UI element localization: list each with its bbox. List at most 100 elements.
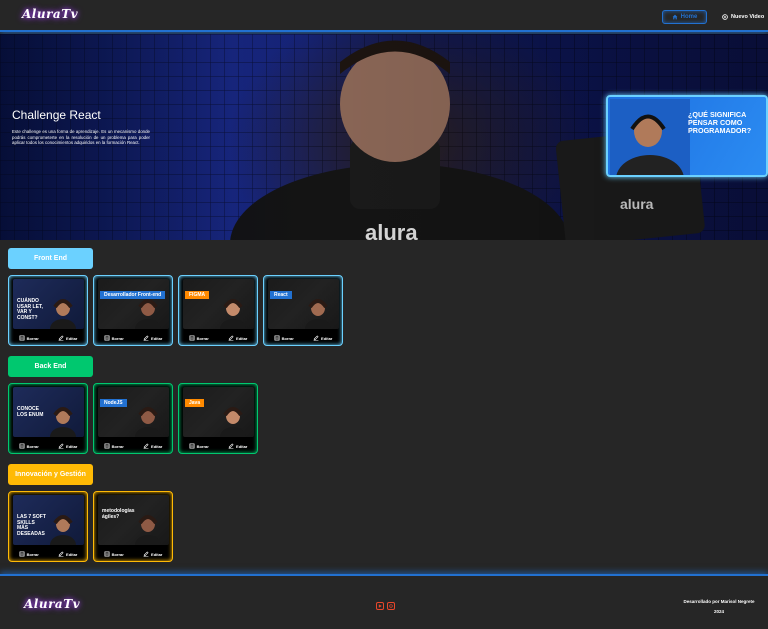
new-video-label: Nuevo Video: [731, 14, 765, 20]
card-actions: Borrar Editar: [9, 547, 87, 561]
social-links: [376, 602, 395, 610]
delete-button[interactable]: Borrar: [274, 335, 294, 341]
video-thumbnail[interactable]: FIGMA: [183, 279, 254, 329]
video-caption: LAS 7 SOFT SKILLS MÁS DESEADAS: [17, 514, 46, 537]
video-card[interactable]: FIGMA Borrar Editar: [178, 275, 258, 346]
edit-button[interactable]: Editar: [313, 335, 332, 341]
trash-icon: [274, 335, 280, 341]
delete-label: Borrar: [26, 335, 39, 341]
delete-button[interactable]: Borrar: [104, 551, 124, 557]
presenter-image: [50, 407, 76, 437]
home-button[interactable]: Home: [662, 10, 707, 24]
banner-video-thumbnail[interactable]: ¿QUÉ SIGNIFICA PENSAR COMO PROGRAMADOR?: [606, 95, 768, 177]
delete-label: Borrar: [26, 551, 39, 557]
delete-button[interactable]: Borrar: [19, 443, 39, 449]
banner-thumbnail-text: ¿QUÉ SIGNIFICA PENSAR COMO PROGRAMADOR?: [688, 110, 752, 135]
presenter-thumbnail-image: [610, 99, 690, 175]
delete-button[interactable]: Borrar: [19, 335, 39, 341]
edit-icon: [58, 443, 64, 449]
edit-icon: [228, 335, 234, 341]
edit-button[interactable]: Editar: [143, 551, 162, 557]
delete-label: Borrar: [26, 443, 39, 449]
video-thumbnail[interactable]: metodologías ágiles?: [98, 495, 169, 545]
footer-year: 2024: [713, 609, 724, 614]
delete-button[interactable]: Borrar: [189, 335, 209, 341]
card-actions: Borrar Editar: [264, 331, 342, 345]
delete-button[interactable]: Borrar: [104, 443, 124, 449]
delete-button[interactable]: Borrar: [104, 335, 124, 341]
card-actions: Borrar Editar: [179, 439, 257, 453]
instagram-icon[interactable]: [387, 602, 395, 610]
edit-button[interactable]: Editar: [143, 443, 162, 449]
video-card[interactable]: LAS 7 SOFT SKILLS MÁS DESEADAS Borrar Edit…: [8, 491, 88, 562]
video-card[interactable]: NodeJS Borrar Editar: [93, 383, 173, 454]
video-card[interactable]: CONOCE LOS ENUM Borrar Editar: [8, 383, 88, 454]
video-caption: CONOCE LOS ENUM: [17, 406, 44, 418]
video-tag: NodeJS: [100, 399, 127, 407]
presenter-image: [220, 299, 246, 329]
video-tag: Java: [185, 399, 205, 407]
video-thumbnail[interactable]: CONOCE LOS ENUM: [13, 387, 84, 437]
delete-label: Borrar: [196, 335, 209, 341]
trash-icon: [19, 335, 25, 341]
video-thumbnail[interactable]: LAS 7 SOFT SKILLS MÁS DESEADAS: [13, 495, 84, 545]
delete-button[interactable]: Borrar: [19, 551, 39, 557]
category-label: Innovación y Gestión: [8, 464, 93, 485]
video-tag: React: [270, 291, 292, 299]
video-thumbnail[interactable]: Java: [183, 387, 254, 437]
delete-label: Borrar: [281, 335, 294, 341]
logo[interactable]: AluraTv: [22, 7, 78, 21]
edit-label: Editar: [236, 443, 248, 449]
trash-icon: [19, 443, 25, 449]
edit-button[interactable]: Editar: [58, 335, 77, 341]
video-caption: metodologías ágiles?: [102, 508, 135, 520]
video-tag: Desarrollador Front-end: [100, 291, 166, 299]
banner-description: Este challenge es una forma de aprendiza…: [12, 129, 150, 146]
edit-label: Editar: [151, 443, 163, 449]
edit-button[interactable]: Editar: [228, 443, 247, 449]
video-thumbnail[interactable]: NodeJS: [98, 387, 169, 437]
edit-label: Editar: [151, 335, 163, 341]
edit-icon: [143, 335, 149, 341]
card-actions: Borrar Editar: [9, 439, 87, 453]
edit-icon: [58, 335, 64, 341]
video-caption: CUÁNDO USAR LET, VAR Y CONST?: [17, 298, 43, 321]
trash-icon: [189, 335, 195, 341]
youtube-icon[interactable]: [376, 602, 384, 610]
presenter-image: [50, 299, 76, 329]
trash-icon: [104, 551, 110, 557]
footer-logo[interactable]: AluraTv: [24, 597, 80, 611]
new-video-button[interactable]: Nuevo Video: [722, 12, 764, 22]
edit-button[interactable]: Editar: [228, 335, 247, 341]
video-card[interactable]: Java Borrar Editar: [178, 383, 258, 454]
video-card[interactable]: React Borrar Editar: [263, 275, 343, 346]
delete-button[interactable]: Borrar: [189, 443, 209, 449]
header: AluraTv Home Nuevo Video: [0, 0, 768, 32]
trash-icon: [189, 443, 195, 449]
plus-circle-icon: [722, 14, 728, 20]
edit-button[interactable]: Editar: [58, 443, 77, 449]
edit-button[interactable]: Editar: [143, 335, 162, 341]
home-icon: [672, 14, 678, 20]
edit-label: Editar: [66, 335, 78, 341]
card-actions: Borrar Editar: [179, 331, 257, 345]
delete-label: Borrar: [111, 551, 124, 557]
footer-credit: Desarrollado por Marisol Negrete: [683, 599, 755, 604]
edit-label: Editar: [321, 335, 333, 341]
video-thumbnail[interactable]: React: [268, 279, 339, 329]
video-card[interactable]: CUÁNDO USAR LET, VAR Y CONST? Borrar Edita…: [8, 275, 88, 346]
home-label: Home: [680, 14, 698, 20]
video-card[interactable]: metodologías ágiles? Borrar Editar: [93, 491, 173, 562]
edit-label: Editar: [66, 551, 78, 557]
trash-icon: [104, 335, 110, 341]
edit-icon: [143, 443, 149, 449]
hero-banner: alura alura Challenge React Este challen…: [0, 34, 768, 240]
video-thumbnail[interactable]: CUÁNDO USAR LET, VAR Y CONST?: [13, 279, 84, 329]
edit-icon: [313, 335, 319, 341]
video-card[interactable]: Desarrollador Front-end Borrar Editar: [93, 275, 173, 346]
card-actions: Borrar Editar: [9, 331, 87, 345]
edit-button[interactable]: Editar: [58, 551, 77, 557]
video-thumbnail[interactable]: Desarrollador Front-end: [98, 279, 169, 329]
card-actions: Borrar Editar: [94, 547, 172, 561]
category-label: Back End: [8, 356, 93, 377]
